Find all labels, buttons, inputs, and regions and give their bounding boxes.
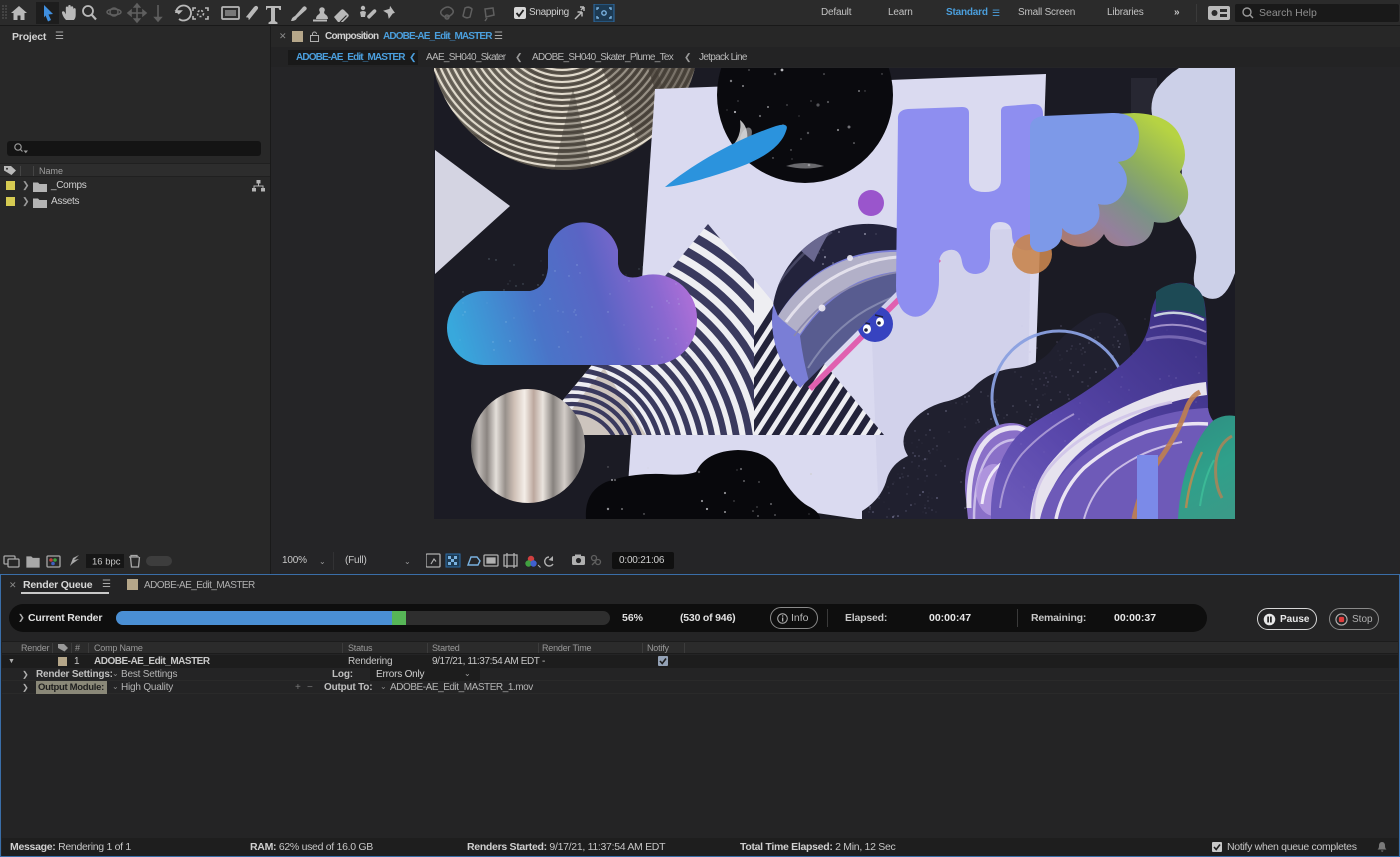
- svg-text:16 bpc: 16 bpc: [92, 557, 121, 568]
